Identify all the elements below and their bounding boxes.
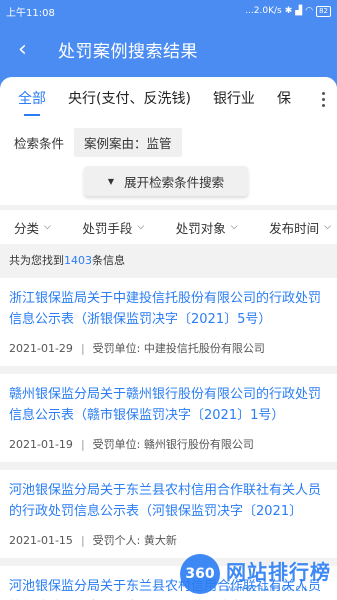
condition-row: 检索条件 案例案由：监管 (0, 122, 337, 162)
watermark-text: 网站排行榜 WANGZHAN360.CN (226, 556, 331, 593)
watermark-badge: 360 (180, 554, 220, 594)
condition-label: 检索条件 (14, 135, 65, 151)
result-title[interactable]: 浙江银保监局关于中建投信托股份有限公司的行政处罚信息公示表（浙银保监罚决字〔20… (9, 288, 328, 330)
count-number: 1403 (64, 254, 92, 267)
watermark-main: 网站排行榜 (226, 559, 331, 584)
chevron-down-icon: ⌵ (137, 222, 145, 232)
result-card[interactable]: 赣州银保监分局关于赣州银行股份有限公司的行政处罚信息公示表（赣市银保监罚决字〔2… (0, 374, 337, 462)
page-title: 处罚案例搜索结果 (58, 41, 198, 62)
triangle-down-icon: ▼ (107, 176, 115, 186)
wifi-icon: ◠ (305, 6, 314, 16)
result-date: 2021-01-29 (9, 342, 73, 355)
tab-insurance[interactable]: 保 (277, 77, 291, 122)
signal-icon: ▟ (295, 6, 303, 16)
separator: | (80, 534, 85, 547)
result-party-label: 受罚单位: (92, 342, 141, 355)
search-conditions: 检索条件 案例案由：监管 ▼ 展开检索条件搜索 (0, 122, 337, 205)
site-watermark: 360 网站排行榜 WANGZHAN360.CN (180, 554, 331, 594)
tab-central-bank[interactable]: 央行(支付、反洗钱) (68, 77, 191, 122)
result-meta: 2021-01-29 | 受罚单位: 中建投信托股份有限公司 (9, 330, 328, 366)
filter-target[interactable]: 处罚对象 ⌵ (176, 218, 238, 237)
filter-date[interactable]: 发布时间 ⌵ (269, 218, 331, 237)
filter-target-label: 处罚对象 (175, 220, 226, 236)
status-bar: 上午11:08 ...2.0K/s ✱ ▟ ◠ 82 (0, 0, 337, 22)
sort-filter-bar: 分类 ⌵ 处罚手段 ⌵ 处罚对象 ⌵ 发布时间 ⌵ (0, 210, 337, 244)
condition-chip[interactable]: 案例案由：监管 (74, 127, 182, 157)
filter-category-label: 分类 (14, 220, 40, 236)
filter-method-label: 处罚手段 (82, 220, 133, 236)
result-title[interactable]: 河池银保监分局关于东兰县农村信用合作联社有关人员的行政处罚信息公示表（河银保监罚… (9, 480, 328, 522)
result-meta: 2021-01-15 | 受罚个人: 黄大新 (9, 522, 328, 558)
expand-label: 展开检索条件搜索 (124, 174, 225, 190)
title-bar: ‹ 处罚案例搜索结果 (0, 22, 337, 76)
chevron-down-icon: ⌵ (230, 222, 238, 232)
expand-conditions-button[interactable]: ▼ 展开检索条件搜索 (84, 166, 248, 196)
count-suffix: 条信息 (92, 254, 125, 267)
count-prefix: 共为您找到 (9, 254, 64, 267)
chevron-down-icon: ⌵ (324, 222, 331, 232)
chevron-down-icon: ⌵ (44, 222, 51, 232)
result-meta: 2021-01-19 | 受罚单位: 赣州银行股份有限公司 (9, 426, 328, 462)
filter-category[interactable]: 分类 ⌵ (14, 218, 51, 237)
result-date: 2021-01-15 (9, 534, 73, 547)
watermark-sub: WANGZHAN360.CN (226, 584, 308, 593)
tab-banking[interactable]: 银行业 (213, 77, 255, 122)
result-party: 黄大新 (143, 534, 177, 547)
result-count: 共为您找到1403条信息 (9, 252, 125, 268)
bluetooth-icon: ✱ (284, 6, 293, 16)
result-card[interactable]: 河池银保监分局关于东兰县农村信用合作联社有关人员的行政处罚信息公示表（河银保监罚… (0, 470, 337, 558)
result-party-label: 受罚单位: (92, 438, 141, 451)
battery-icon: 82 (316, 5, 331, 17)
more-vertical-icon[interactable] (309, 77, 337, 122)
result-party: 赣州银行股份有限公司 (143, 438, 254, 451)
category-tabs: 全部 央行(支付、反洗钱) 银行业 保 (0, 77, 337, 122)
status-indicators: ...2.0K/s ✱ ▟ ◠ 82 (245, 5, 331, 17)
result-party: 中建投信托股份有限公司 (143, 342, 265, 355)
network-speed: ...2.0K/s (245, 6, 282, 16)
result-date: 2021-01-19 (9, 438, 73, 451)
status-time: 上午11:08 (6, 7, 55, 19)
result-party-label: 受罚个人: (92, 534, 141, 547)
separator: | (80, 438, 85, 451)
result-card[interactable]: 浙江银保监局关于中建投信托股份有限公司的行政处罚信息公示表（浙银保监罚决字〔20… (0, 278, 337, 366)
back-arrow-icon[interactable]: ‹ (18, 37, 40, 62)
result-list: 浙江银保监局关于中建投信托股份有限公司的行政处罚信息公示表（浙银保监罚决字〔20… (0, 278, 337, 600)
separator: | (80, 342, 85, 355)
result-title[interactable]: 赣州银保监分局关于赣州银行股份有限公司的行政处罚信息公示表（赣市银保监罚决字〔2… (9, 384, 328, 426)
filter-date-label: 发布时间 (269, 220, 320, 236)
tab-all[interactable]: 全部 (18, 77, 46, 122)
filter-method[interactable]: 处罚手段 ⌵ (82, 218, 144, 237)
